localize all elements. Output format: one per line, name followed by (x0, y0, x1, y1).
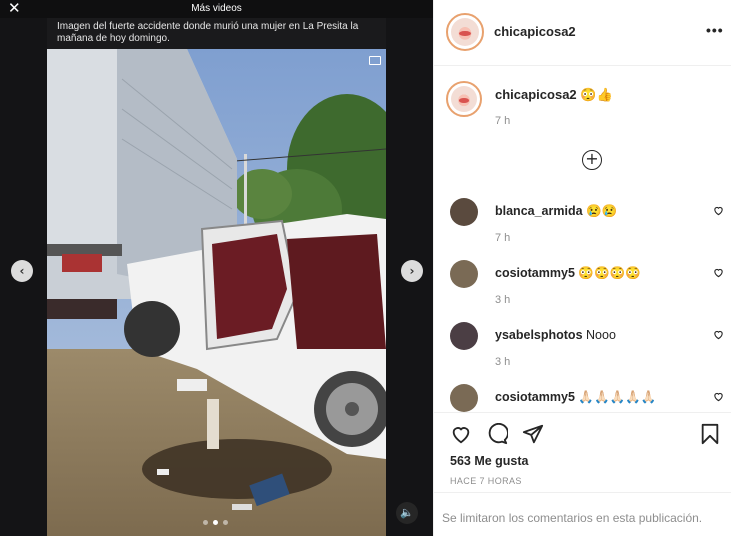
more-videos-title[interactable]: Más videos (0, 3, 433, 14)
heart-icon[interactable] (450, 423, 472, 445)
media-viewer: ✕ Más videos Imagen del fuerte accidente… (0, 0, 433, 536)
like-comment-heart-icon[interactable] (713, 267, 724, 278)
comment-timestamp: 3 h (495, 294, 511, 306)
commenter-avatar[interactable] (450, 260, 478, 288)
comments-limited-notice: Se limitaron los comentarios en esta pub… (434, 492, 731, 536)
sound-icon[interactable]: 🔈 (396, 502, 418, 524)
comments-list: blanca_armida 😢😢 7 h cosiotammy5 😳😳😳😳 3 h ys… (434, 0, 731, 412)
carousel-dot (213, 520, 218, 525)
like-comment-heart-icon[interactable] (713, 391, 724, 402)
comment-username[interactable]: cosiotammy5 (495, 266, 575, 280)
action-bar: 563 Me gusta HACE 7 HORAS (434, 412, 731, 492)
commenter-avatar[interactable] (450, 198, 478, 226)
comment-text: 😢😢 (586, 204, 618, 218)
comment-timestamp: 7 h (495, 232, 511, 244)
like-comment-heart-icon[interactable] (713, 329, 724, 340)
like-comment-heart-icon[interactable] (713, 205, 724, 216)
comment-icon[interactable] (486, 423, 508, 445)
commenter-avatar[interactable] (450, 322, 478, 350)
comment-row: cosiotammy5 🙏🏻🙏🏻🙏🏻🙏🏻🙏🏻 (434, 384, 731, 412)
carousel-dot (223, 520, 228, 525)
carousel-dot (203, 520, 208, 525)
comment-username[interactable]: blanca_armida (495, 204, 583, 218)
comment-text: Nooo (586, 328, 616, 342)
post-panel: chicapicosa2 ••• chicapicosa2 😳👍 7 h + b… (433, 0, 731, 536)
like-count[interactable]: 563 Me gusta (450, 454, 529, 468)
next-arrow-icon[interactable]: › (401, 260, 423, 282)
comment-row: cosiotammy5 😳😳😳😳 3 h (434, 260, 731, 322)
accident-photo[interactable] (47, 49, 386, 536)
bookmark-icon[interactable] (700, 423, 720, 445)
comment-username[interactable]: ysabelsphotos (495, 328, 583, 342)
post-timestamp: HACE 7 HORAS (450, 476, 522, 486)
limited-text: Se limitaron los comentarios en esta pub… (442, 511, 703, 525)
cast-icon[interactable] (369, 56, 381, 65)
comment-row: ysabelsphotos Nooo 3 h (434, 322, 731, 384)
share-icon[interactable] (522, 423, 544, 445)
commenter-avatar[interactable] (450, 384, 478, 412)
video-caption: Imagen del fuerte accidente donde murió … (57, 21, 359, 44)
comment-text: 😳😳😳😳 (578, 266, 641, 280)
comment-username[interactable]: cosiotammy5 (495, 390, 575, 404)
comment-row: blanca_armida 😢😢 7 h (434, 198, 731, 260)
carousel-indicator (203, 520, 228, 526)
comment-timestamp: 3 h (495, 356, 511, 368)
previous-arrow-icon[interactable]: ‹ (11, 260, 33, 282)
comment-text: 🙏🏻🙏🏻🙏🏻🙏🏻🙏🏻 (578, 390, 657, 404)
